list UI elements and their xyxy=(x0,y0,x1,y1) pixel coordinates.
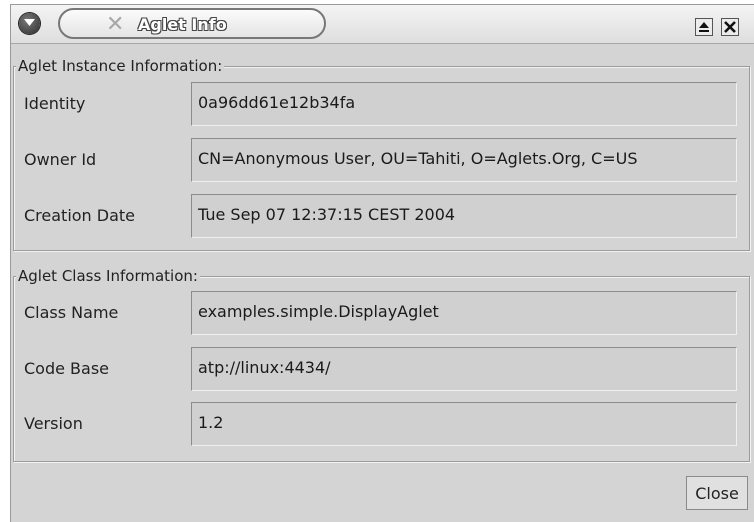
shade-button[interactable] xyxy=(695,18,713,36)
window-close-icon xyxy=(724,21,736,33)
window-menu-button[interactable] xyxy=(19,13,40,34)
window-title: Aglet Info xyxy=(138,15,227,34)
window-close-button[interactable] xyxy=(721,18,739,36)
window-menu-icon xyxy=(24,19,35,26)
class-name-field[interactable]: examples.simple.DisplayAglet xyxy=(191,291,737,335)
class-info-group: Aglet Class Information: Class Name exam… xyxy=(13,267,750,462)
code-base-label: Code Base xyxy=(24,359,110,378)
close-button[interactable]: Close xyxy=(686,476,748,510)
class-name-label: Class Name xyxy=(24,303,119,322)
instance-info-legend: Aglet Instance Information: xyxy=(16,57,225,75)
version-field[interactable]: 1.2 xyxy=(191,402,737,446)
owner-id-label: Owner Id xyxy=(24,150,97,169)
title-pill: ✕ Aglet Info xyxy=(58,8,326,39)
title-bar[interactable]: ✕ Aglet Info xyxy=(11,5,754,44)
owner-id-field[interactable]: CN=Anonymous User, OU=Tahiti, O=Aglets.O… xyxy=(191,138,737,182)
identity-field[interactable]: 0a96dd61e12b34fa xyxy=(191,82,737,126)
version-label: Version xyxy=(24,414,83,433)
shade-icon xyxy=(699,22,709,32)
creation-date-field[interactable]: Tue Sep 07 12:37:15 CEST 2004 xyxy=(191,194,737,238)
instance-info-group: Aglet Instance Information: Identity 0a9… xyxy=(13,57,750,251)
class-info-legend: Aglet Class Information: xyxy=(16,267,200,285)
close-x-icon: ✕ xyxy=(106,12,125,37)
aglet-info-window: ✕ Aglet Info Aglet Instance Information:… xyxy=(10,4,754,522)
identity-label: Identity xyxy=(24,94,86,113)
code-base-field[interactable]: atp://linux:4434/ xyxy=(191,347,737,391)
creation-date-label: Creation Date xyxy=(24,206,136,225)
